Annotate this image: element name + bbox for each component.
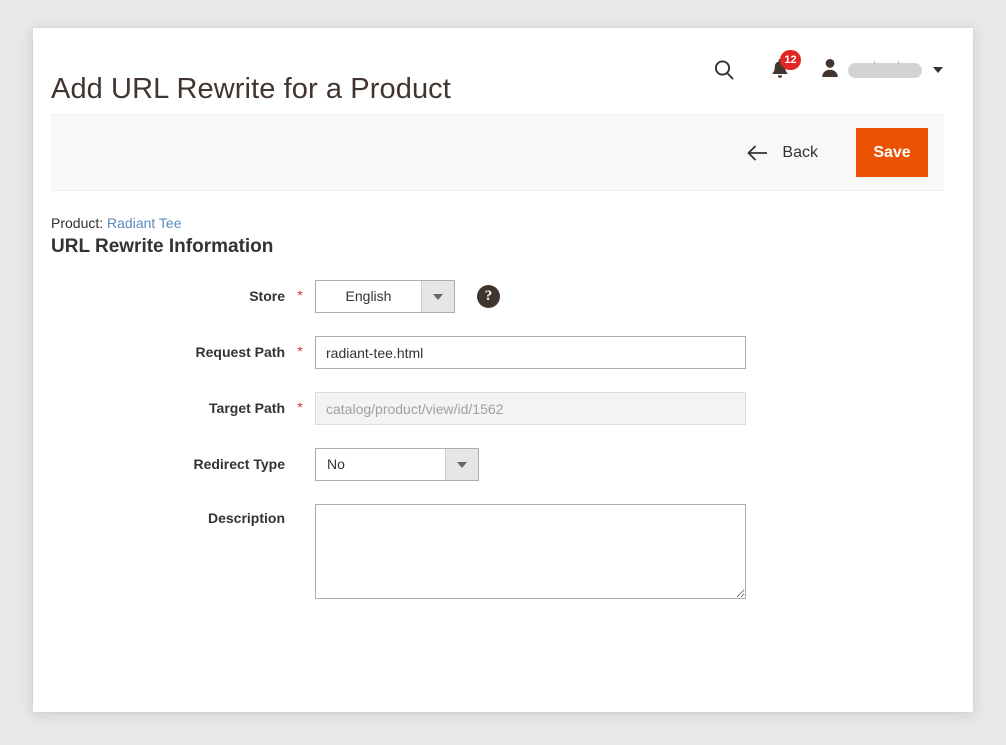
request-path-label: Request Path (195, 344, 285, 360)
target-path-input (315, 392, 746, 425)
form-row-request-path: Request Path * (51, 336, 973, 369)
store-required-marker: * (297, 287, 303, 303)
chevron-down-icon (933, 67, 943, 73)
description-required-marker (285, 504, 315, 512)
target-path-required-marker: * (297, 399, 303, 415)
product-label: Product: (51, 215, 104, 231)
target-path-control (315, 392, 973, 425)
target-path-label: Target Path (209, 400, 285, 416)
arrow-left-icon (747, 145, 769, 161)
page-actions-toolbar: Back Save (51, 114, 944, 191)
description-textarea[interactable] (315, 504, 746, 599)
store-label: Store (249, 288, 285, 304)
store-control: English ? (315, 280, 973, 313)
back-button[interactable]: Back (747, 144, 818, 162)
chevron-down-icon[interactable] (421, 281, 454, 312)
description-control (315, 504, 973, 599)
form-row-redirect-type: Redirect Type No (51, 448, 973, 481)
description-label: Description (207, 510, 285, 526)
redirect-type-required-marker (285, 448, 315, 456)
header-actions: 12 (712, 48, 943, 92)
search-icon[interactable] (712, 58, 736, 82)
request-path-input[interactable] (315, 336, 746, 369)
product-breadcrumb: Product: Radiant Tee (51, 215, 973, 231)
form-row-target-path: Target Path * (51, 392, 973, 425)
request-path-required-marker: * (297, 343, 303, 359)
redirect-type-select[interactable]: No (315, 448, 479, 481)
store-select[interactable]: English (315, 280, 455, 313)
store-select-value: English (345, 288, 392, 304)
user-avatar-icon (820, 57, 840, 84)
chevron-down-icon[interactable] (445, 449, 478, 480)
section-title: URL Rewrite Information (51, 236, 274, 257)
form-content: Product: Radiant Tee URL Rewrite Informa… (51, 215, 973, 622)
notifications-bell-icon[interactable]: 12 (770, 50, 801, 81)
redirect-type-label: Redirect Type (193, 456, 285, 472)
question-mark-icon[interactable]: ? (477, 285, 500, 308)
save-button[interactable]: Save (856, 128, 928, 177)
notification-count-badge: 12 (780, 50, 801, 70)
page-card: Add URL Rewrite for a Product 12 Back Sa… (33, 28, 973, 712)
request-path-control (315, 336, 973, 369)
page-header: Add URL Rewrite for a Product 12 (33, 28, 973, 114)
page-title: Add URL Rewrite for a Product (51, 73, 451, 106)
redirect-type-select-value: No (327, 456, 345, 472)
user-menu[interactable] (820, 57, 943, 84)
product-link[interactable]: Radiant Tee (107, 215, 181, 231)
back-button-label: Back (782, 143, 818, 161)
redirect-type-control: No (315, 448, 973, 481)
form-row-description: Description (51, 504, 973, 599)
user-name-redacted (848, 60, 922, 78)
form-row-store: Store * English ? (51, 280, 973, 313)
